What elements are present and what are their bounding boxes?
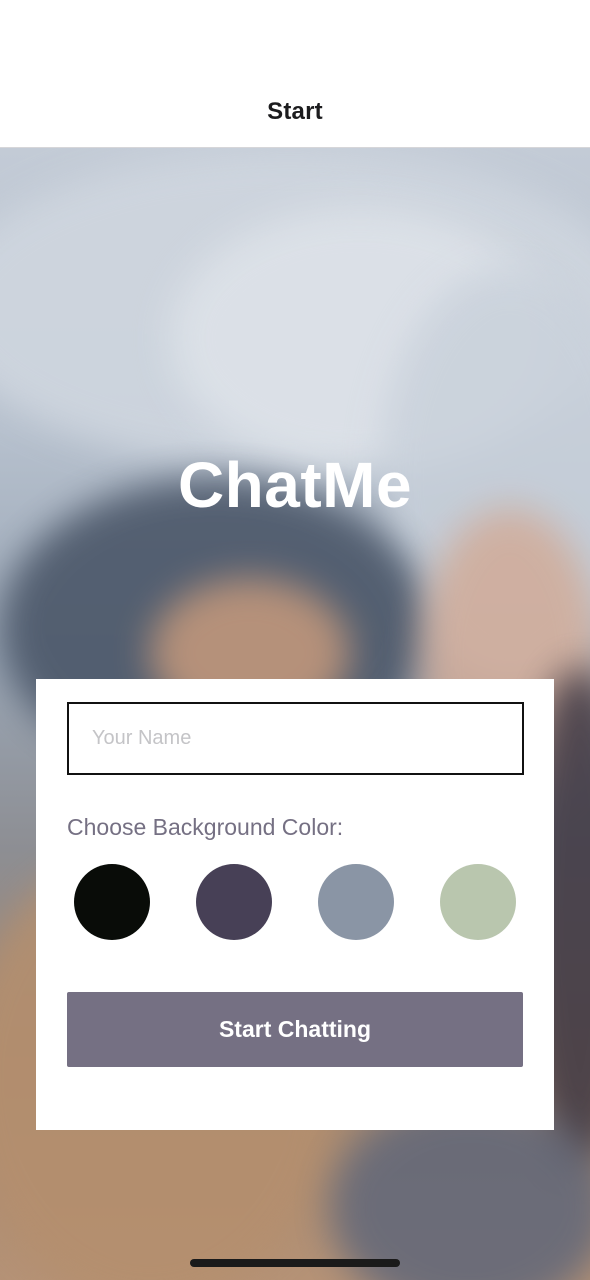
home-indicator <box>190 1259 400 1267</box>
nav-title: Start <box>267 98 323 125</box>
color-swatch-black[interactable] <box>74 864 150 940</box>
color-swatch-gray-blue[interactable] <box>318 864 394 940</box>
navigation-bar: Start <box>0 0 590 148</box>
app-title: ChatMe <box>177 449 413 521</box>
color-swatch-purple[interactable] <box>196 864 272 940</box>
start-chatting-button[interactable]: Start Chatting <box>67 992 523 1067</box>
login-card: Choose Background Color: Start Chatting <box>36 679 554 1130</box>
color-label: Choose Background Color: <box>67 814 344 840</box>
name-input[interactable] <box>67 702 524 775</box>
color-swatch-green[interactable] <box>440 864 516 940</box>
start-screen: Start ChatMe Choose Background Color: St… <box>0 0 590 1280</box>
